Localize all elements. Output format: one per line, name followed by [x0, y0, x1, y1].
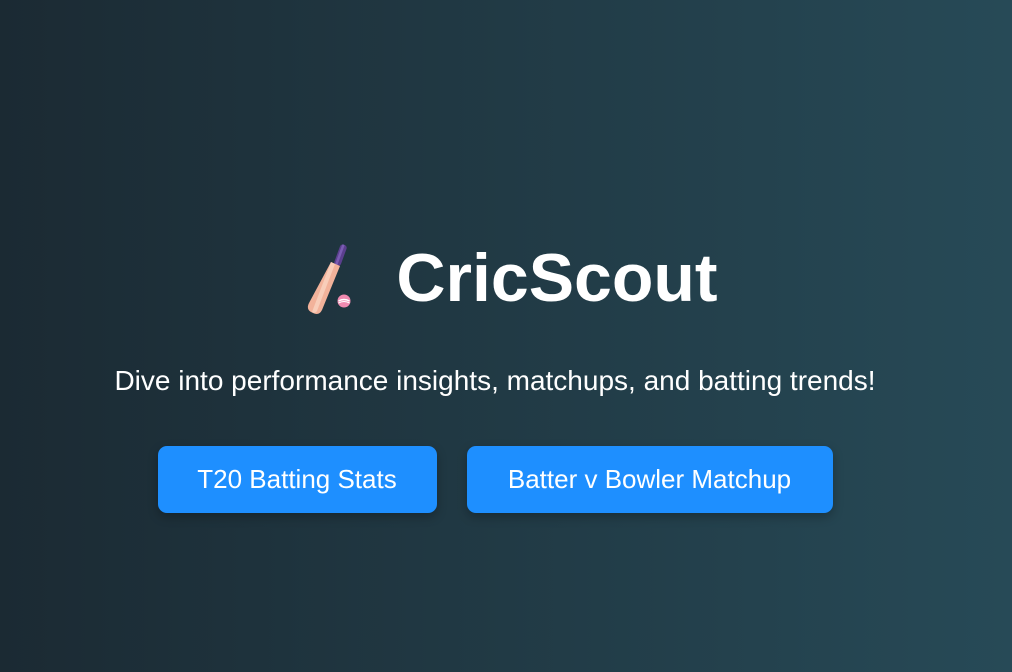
title-row: CricScout [0, 238, 1012, 318]
page-subtitle: Dive into performance insights, matchups… [114, 365, 876, 396]
action-buttons: T20 Batting Stats Batter v Bowler Matchu… [0, 446, 990, 513]
t20-batting-stats-button[interactable]: T20 Batting Stats [157, 446, 437, 513]
hero-section: CricScout Dive into performance insights… [0, 0, 1012, 672]
cricket-bat-and-ball-icon [308, 244, 351, 314]
page-title: CricScout [396, 240, 718, 316]
batter-v-bowler-matchup-button[interactable]: Batter v Bowler Matchup [466, 446, 833, 513]
